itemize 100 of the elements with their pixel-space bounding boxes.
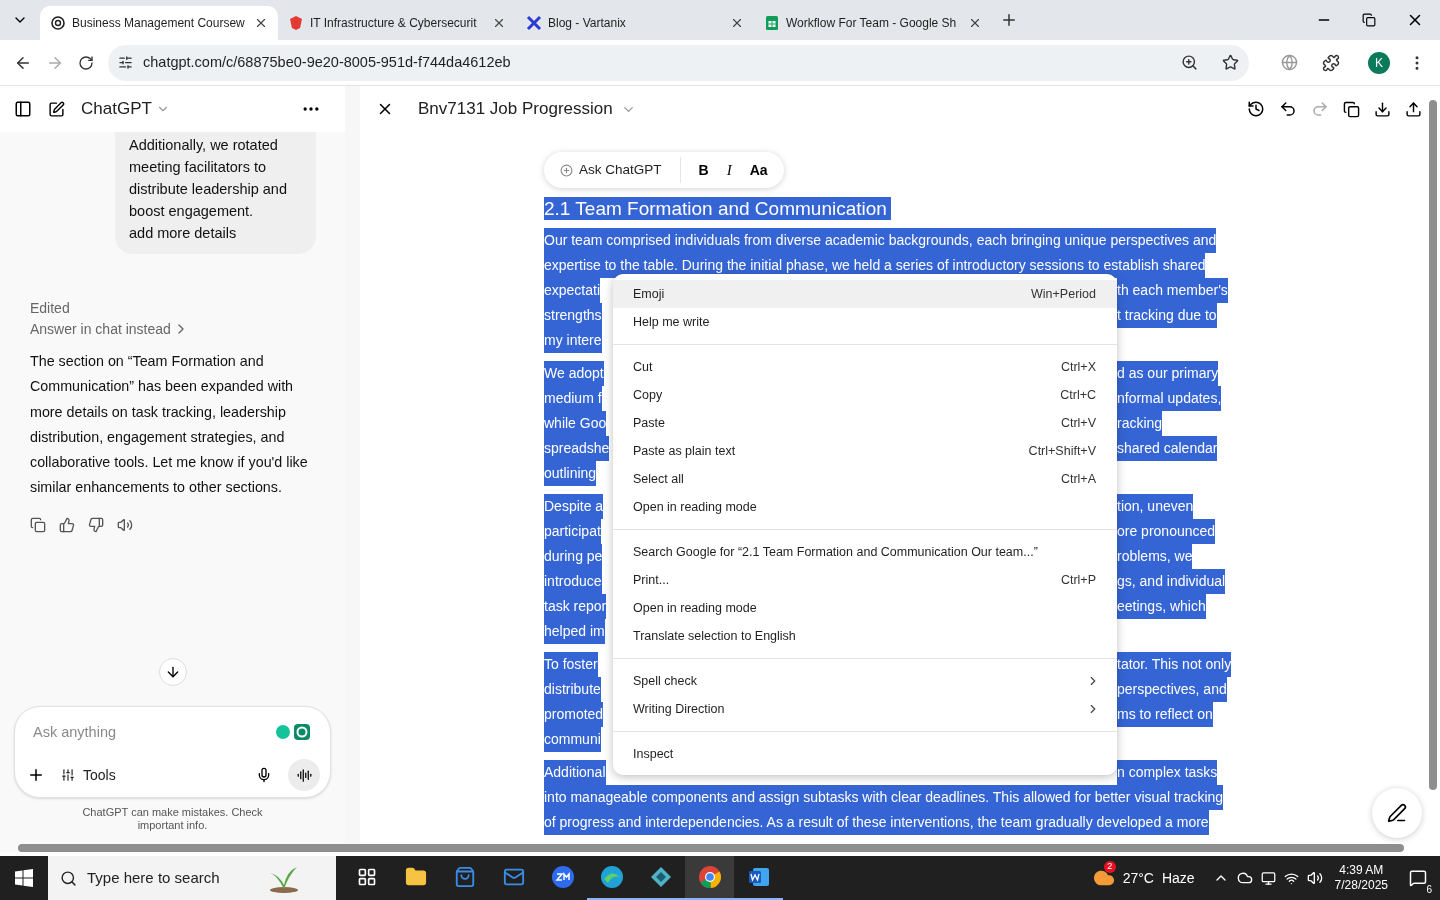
zoom-icon[interactable] bbox=[1181, 54, 1198, 71]
reload-icon[interactable] bbox=[78, 54, 94, 71]
text-size-button[interactable]: Aa bbox=[749, 159, 768, 181]
close-icon[interactable] bbox=[254, 16, 268, 30]
menu-item[interactable]: Spell check bbox=[613, 667, 1117, 695]
extensions-icon[interactable] bbox=[1322, 53, 1340, 72]
answer-in-chat-link[interactable]: Answer in chat instead bbox=[30, 318, 189, 340]
start-icon[interactable] bbox=[15, 869, 33, 887]
close-icon[interactable] bbox=[492, 16, 506, 30]
profile-avatar[interactable]: K bbox=[1368, 51, 1390, 74]
bookmark-star-icon[interactable] bbox=[1222, 54, 1239, 71]
bold-button[interactable]: B bbox=[698, 159, 709, 181]
spreadsheet-icon bbox=[764, 15, 780, 31]
sidebar-icon[interactable] bbox=[14, 100, 32, 118]
document-app-icon[interactable] bbox=[746, 865, 771, 889]
restore-icon[interactable] bbox=[1362, 13, 1376, 27]
browser-tab[interactable]: Workflow For Team - Google Sh bbox=[754, 6, 992, 40]
browser-wave-icon[interactable] bbox=[599, 865, 624, 889]
menu-item[interactable]: Paste Ctrl+V bbox=[613, 409, 1117, 437]
weather-badge: 2 bbox=[1103, 861, 1116, 873]
taskbar-app[interactable] bbox=[685, 856, 734, 900]
copy-icon[interactable] bbox=[1343, 100, 1360, 118]
video-app-icon[interactable] bbox=[550, 865, 575, 889]
chrome-icon[interactable] bbox=[697, 865, 722, 889]
disclaimer: ChatGPT can make mistakes. Check important info. bbox=[81, 806, 264, 832]
menu-item[interactable]: Open in reading mode bbox=[613, 594, 1117, 622]
menu-item[interactable]: Inspect bbox=[613, 740, 1117, 768]
menu-item[interactable]: Emoji Win+Period bbox=[613, 280, 1117, 308]
cloud-icon[interactable] bbox=[1236, 870, 1253, 886]
edited-label: Edited bbox=[30, 299, 71, 318]
document-title[interactable]: Bnv7131 Job Progression bbox=[418, 96, 636, 122]
weather-condition: Haze bbox=[1161, 868, 1195, 888]
taskbar-search[interactable]: Type here to search bbox=[48, 856, 336, 900]
grammar-extension-icon[interactable] bbox=[274, 723, 312, 741]
pen-icon bbox=[1387, 803, 1407, 823]
share-icon[interactable] bbox=[1405, 100, 1422, 118]
globe-icon[interactable] bbox=[1281, 54, 1298, 71]
time-text: 4:39 AM bbox=[1339, 863, 1384, 878]
shield-logo-icon bbox=[288, 15, 304, 31]
undo-icon[interactable] bbox=[1279, 100, 1297, 118]
volume-icon[interactable] bbox=[1306, 870, 1323, 886]
browser-tab[interactable]: IT Infrastructure & Cybersecurit bbox=[278, 6, 516, 40]
horizontal-scrollbar[interactable] bbox=[18, 844, 1404, 852]
menu-item[interactable]: Copy Ctrl+C bbox=[613, 381, 1117, 409]
thumbs-up-icon[interactable] bbox=[59, 516, 75, 533]
scroll-down-button[interactable] bbox=[158, 658, 187, 686]
browser-tab[interactable]: Blog - Vartanix bbox=[516, 6, 754, 40]
menu-item[interactable]: Paste as plain text Ctrl+Shift+V bbox=[613, 437, 1117, 465]
close-icon[interactable] bbox=[730, 16, 744, 30]
temperature: 27°C bbox=[1122, 868, 1154, 888]
tools-button[interactable]: Tools bbox=[61, 764, 116, 786]
copy-icon[interactable] bbox=[30, 516, 46, 533]
ask-chatgpt-button[interactable]: Ask ChatGPT bbox=[560, 159, 662, 181]
tab-title: Business Management Coursew bbox=[72, 15, 246, 32]
clock[interactable]: 4:39 AM 7/28/2025 bbox=[1334, 863, 1388, 893]
menu-item[interactable]: Open in reading mode bbox=[613, 493, 1117, 521]
search-icon bbox=[60, 869, 77, 887]
shortcut-text: Ctrl+P bbox=[1060, 571, 1096, 589]
browser-tab[interactable]: Business Management Coursew bbox=[40, 6, 278, 40]
spiral-logo-icon bbox=[50, 15, 66, 31]
menu-item[interactable]: Print... Ctrl+P bbox=[613, 566, 1117, 594]
site-info-icon[interactable] bbox=[118, 55, 133, 70]
search-input[interactable]: Type here to search bbox=[87, 866, 257, 890]
new-chat-icon[interactable] bbox=[48, 100, 65, 118]
plus-circle-icon bbox=[560, 163, 573, 177]
x-logo-icon bbox=[526, 15, 542, 31]
voice-button[interactable] bbox=[288, 759, 320, 791]
shortcut-text: Ctrl+V bbox=[1060, 414, 1096, 432]
shortcut-text: Ctrl+C bbox=[1060, 386, 1096, 404]
mail-icon[interactable] bbox=[502, 866, 525, 888]
download-icon[interactable] bbox=[1374, 100, 1391, 118]
italic-button[interactable]: I bbox=[726, 158, 732, 182]
menu-item[interactable]: Writing Direction bbox=[613, 695, 1117, 723]
model-selector[interactable]: ChatGPT bbox=[81, 96, 170, 122]
close-icon[interactable] bbox=[968, 16, 982, 30]
store-icon[interactable] bbox=[453, 866, 476, 888]
tab-title: IT Infrastructure & Cybersecurit bbox=[310, 15, 478, 32]
security-icon[interactable] bbox=[1260, 870, 1276, 886]
add-icon[interactable] bbox=[27, 766, 45, 784]
history-icon[interactable] bbox=[1247, 100, 1265, 118]
task-view-icon[interactable] bbox=[356, 867, 377, 887]
microphone-icon[interactable] bbox=[256, 767, 272, 783]
network-icon[interactable] bbox=[1283, 870, 1299, 886]
vertical-scrollbar[interactable] bbox=[1429, 100, 1437, 790]
address-bar[interactable]: chatgpt.com/c/68875be0-9e20-8005-951d-f744da4612eb bbox=[108, 44, 1249, 81]
folder-icon[interactable] bbox=[404, 866, 427, 888]
thumbs-down-icon[interactable] bbox=[88, 516, 104, 533]
edit-button[interactable] bbox=[1372, 788, 1422, 838]
url-text: chatgpt.com/c/68875be0-9e20-8005-951d-f744da4612eb bbox=[143, 52, 512, 72]
new-tab-icon[interactable] bbox=[1000, 11, 1018, 29]
shortcut-text: Ctrl+X bbox=[1060, 358, 1096, 376]
message-input[interactable]: Ask anything bbox=[33, 717, 274, 747]
notifications-icon[interactable] bbox=[1409, 869, 1427, 887]
menu-item[interactable]: Search Google for “2.1 Team Formation and Communication Our team...” bbox=[613, 538, 1117, 566]
menu-item[interactable]: Select all Ctrl+A bbox=[613, 465, 1117, 493]
menu-item[interactable]: Translate selection to English bbox=[613, 622, 1117, 650]
menu-item[interactable]: Cut Ctrl+X bbox=[613, 353, 1117, 381]
document-heading: 2.1 Team Formation and Communication bbox=[544, 197, 891, 220]
read-aloud-icon[interactable] bbox=[117, 516, 133, 533]
menu-item[interactable]: Help me write bbox=[613, 308, 1117, 336]
